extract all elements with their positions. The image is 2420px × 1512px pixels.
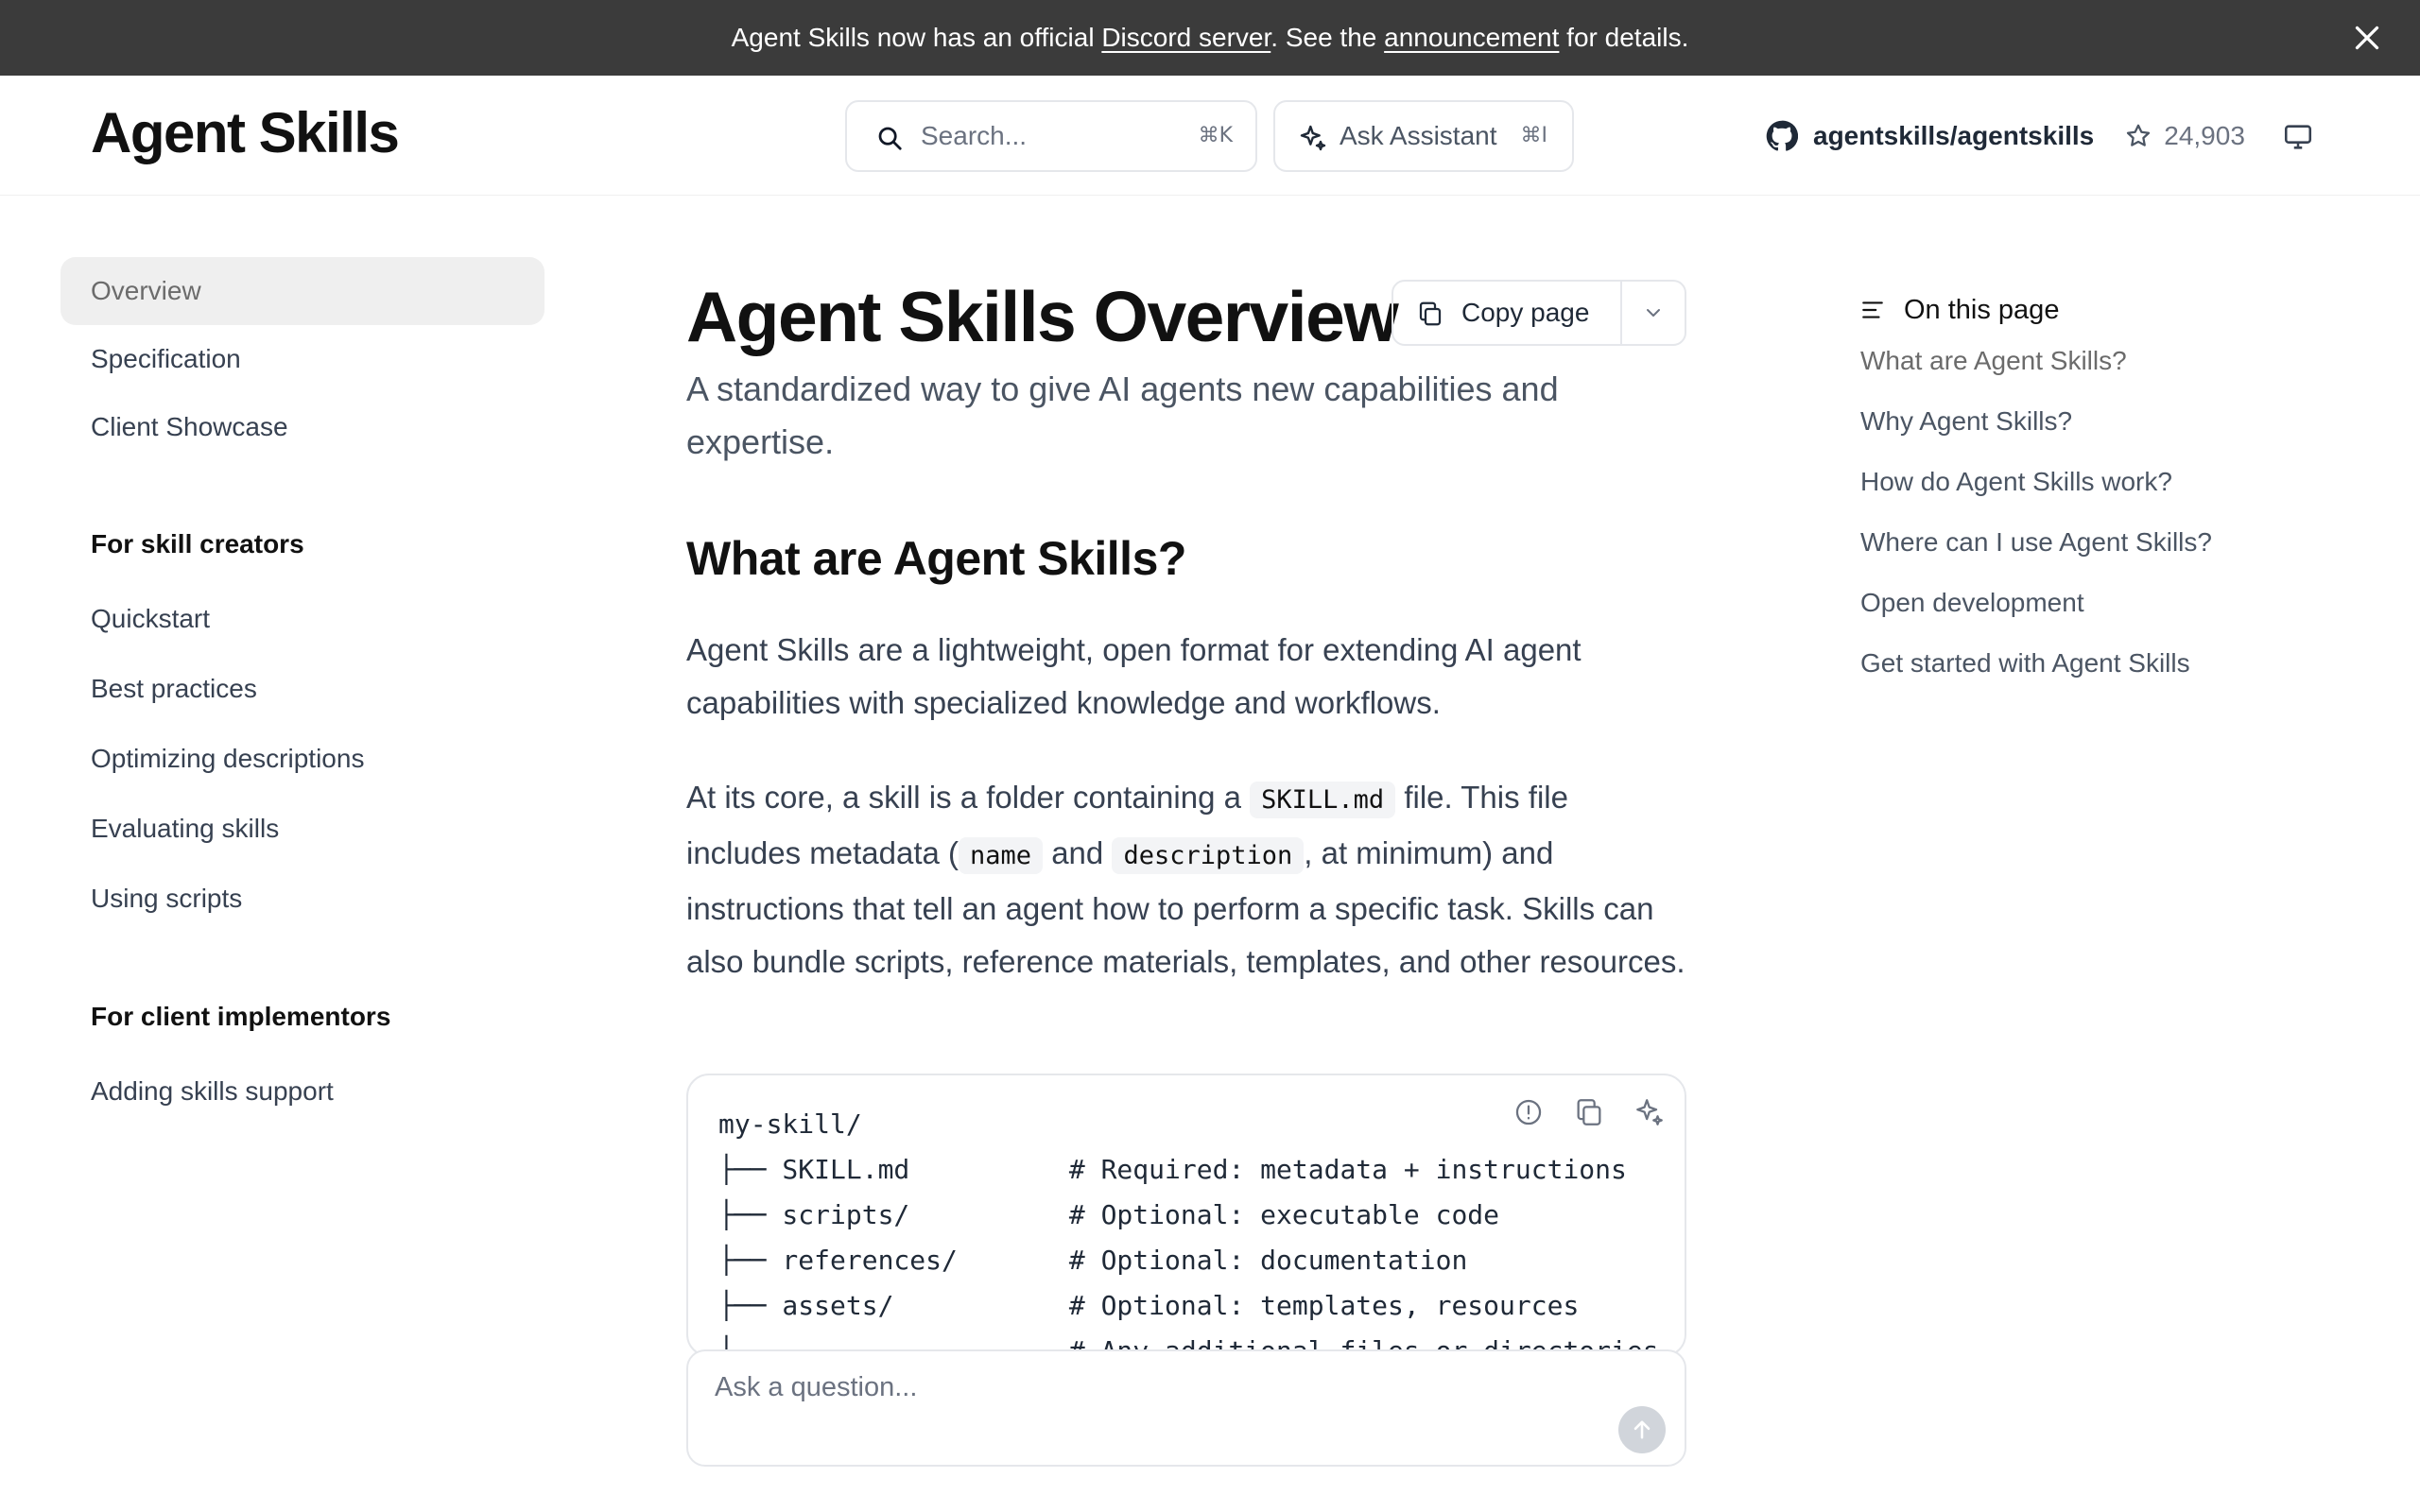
- inline-code-description: description: [1112, 837, 1305, 874]
- page-subtitle: A standardized way to give AI agents new…: [686, 369, 1559, 461]
- site-logo[interactable]: Agent Skills: [91, 100, 400, 165]
- toc-item-get-started[interactable]: Get started with Agent Skills: [1860, 648, 2190, 679]
- toc-item-open-development[interactable]: Open development: [1860, 588, 2084, 618]
- paragraph-intro: Agent Skills are a lightweight, open for…: [686, 632, 1582, 720]
- search-icon: [875, 124, 904, 152]
- code-line: ├── assets/ # Optional: templates, resou…: [718, 1290, 1580, 1321]
- announcement-banner: Agent Skills now has an official Discord…: [0, 0, 2420, 76]
- paragraph-text: and: [1043, 835, 1113, 870]
- copy-icon: [1416, 300, 1444, 328]
- banner-text-middle: . See the: [1270, 23, 1385, 52]
- ask-assistant-label: Ask Assistant: [1340, 121, 1497, 150]
- sparkle-icon[interactable]: [1634, 1096, 1666, 1128]
- code-line: ├── scripts/ # Optional: executable code: [718, 1199, 1500, 1230]
- toc-item-where-can-i-use[interactable]: Where can I use Agent Skills?: [1860, 527, 2212, 558]
- ask-assistant-button[interactable]: Ask Assistant ⌘I: [1273, 100, 1574, 172]
- copy-code-icon[interactable]: [1573, 1096, 1605, 1128]
- toc-item-what-are-agent-skills[interactable]: What are Agent Skills?: [1860, 346, 2127, 376]
- toc-item-why-agent-skills[interactable]: Why Agent Skills?: [1860, 406, 2072, 437]
- copy-options-button[interactable]: [1622, 282, 1685, 344]
- ask-assistant-shortcut: ⌘I: [1520, 124, 1548, 147]
- code-actions: [1484, 1096, 1666, 1128]
- site-header: Agent Skills Search... ⌘K Ask Assistant …: [0, 76, 2420, 196]
- sidebar-item-optimizing-descriptions[interactable]: Optimizing descriptions: [60, 725, 544, 793]
- github-icon: [1766, 120, 1798, 152]
- send-button[interactable]: [1618, 1406, 1666, 1453]
- announcement-link[interactable]: announcement: [1384, 23, 1559, 52]
- search-button[interactable]: Search... ⌘K: [845, 100, 1257, 172]
- code-content: my-skill/├── SKILL.md # Required: metada…: [718, 1102, 1659, 1355]
- sidebar-section-client-implementors: For client implementors: [91, 1002, 391, 1031]
- toc-heading: On this page: [1860, 284, 2059, 336]
- arrow-up-icon: [1618, 1417, 1666, 1443]
- close-icon[interactable]: [2350, 21, 2384, 55]
- sidebar-section-skill-creators: For skill creators: [91, 529, 304, 558]
- copy-page-group: Copy page: [1392, 280, 1686, 346]
- banner-text-after: for details.: [1559, 23, 1689, 52]
- ask-question-box: [686, 1349, 1686, 1467]
- sidebar-item-adding-skills-support[interactable]: Adding skills support: [60, 1057, 544, 1125]
- toc-item-how-do-agent-skills-work[interactable]: How do Agent Skills work?: [1860, 467, 2172, 497]
- toc-heading-label: On this page: [1904, 294, 2060, 325]
- search-placeholder: Search...: [921, 121, 1028, 150]
- sparkle-icon: [1298, 123, 1328, 153]
- sidebar-item-evaluating-skills[interactable]: Evaluating skills: [60, 795, 544, 863]
- section-heading: What are Agent Skills?: [686, 532, 1186, 585]
- sidebar-item-overview[interactable]: Overview: [60, 257, 544, 325]
- code-line: ├── SKILL.md # Required: metadata + inst…: [718, 1154, 1627, 1185]
- copy-page-label: Copy page: [1461, 298, 1590, 327]
- info-icon[interactable]: [1512, 1096, 1545, 1128]
- chevron-down-icon: [1622, 301, 1685, 324]
- sidebar-item-best-practices[interactable]: Best practices: [60, 655, 544, 723]
- github-repo-link[interactable]: agentskills/agentskills 24,903: [1766, 113, 2245, 159]
- sidebar-item-quickstart[interactable]: Quickstart: [60, 585, 544, 653]
- discord-link[interactable]: Discord server: [1101, 23, 1270, 52]
- code-block: my-skill/├── SKILL.md # Required: metada…: [686, 1074, 1686, 1357]
- github-repo-name: agentskills/agentskills: [1813, 121, 2095, 150]
- star-icon: [2124, 122, 2152, 150]
- github-star-count: 24,903: [2164, 121, 2245, 150]
- code-line: ├── references/ # Optional: documentatio…: [718, 1245, 1468, 1276]
- inline-code-name: name: [959, 837, 1044, 874]
- copy-page-button[interactable]: Copy page: [1393, 282, 1620, 344]
- sidebar-item-specification[interactable]: Specification: [60, 325, 544, 393]
- search-shortcut: ⌘K: [1198, 124, 1233, 147]
- banner-text: Agent Skills now has an official Discord…: [0, 0, 2420, 76]
- ask-question-input[interactable]: [715, 1368, 1565, 1406]
- paragraph-core: At its core, a skill is a folder contain…: [686, 771, 1686, 988]
- sidebar-item-client-showcase[interactable]: Client Showcase: [60, 393, 544, 461]
- inline-code-skill-md: SKILL.md: [1250, 782, 1396, 818]
- banner-text-before: Agent Skills now has an official: [731, 23, 1102, 52]
- monitor-icon[interactable]: [2282, 121, 2314, 153]
- page-title: Agent Skills Overview: [686, 277, 1399, 356]
- list-icon: [1860, 298, 1885, 322]
- paragraph-text: At its core, a skill is a folder contain…: [686, 780, 1251, 815]
- sidebar-item-using-scripts[interactable]: Using scripts: [60, 865, 544, 933]
